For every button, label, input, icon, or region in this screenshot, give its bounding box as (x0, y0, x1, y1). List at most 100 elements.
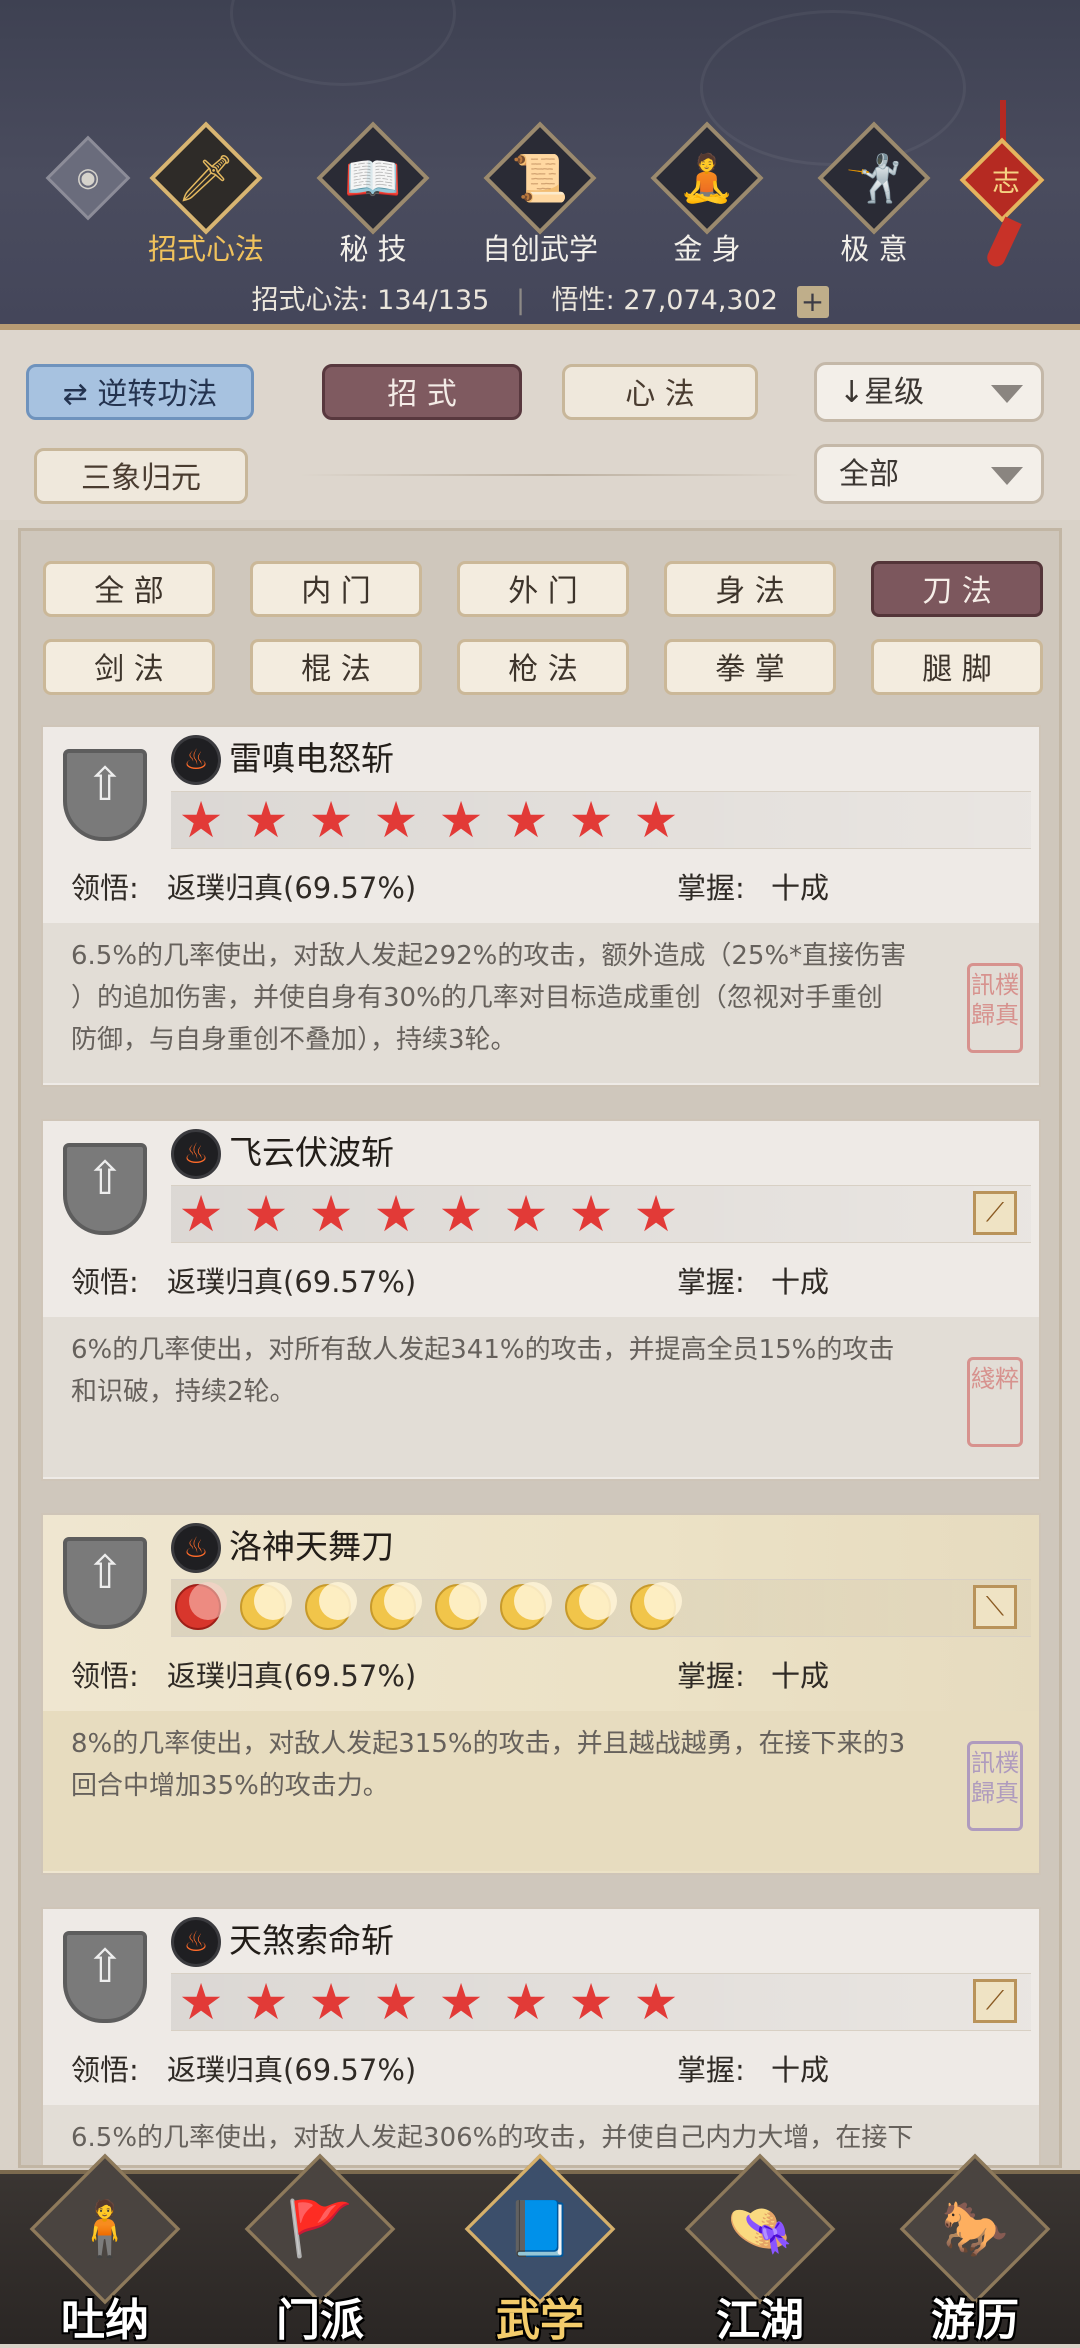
tab-moves[interactable]: 招 式 (322, 364, 522, 420)
nav-sect[interactable]: 🚩 门派 (244, 2153, 396, 2346)
fire-element-icon: ♨ (171, 1917, 221, 1967)
star-icon: ★ (243, 1973, 289, 2031)
sort-dropdown[interactable]: ↓星级 (814, 362, 1044, 422)
category-fist-palm[interactable]: 拳 掌 (664, 639, 836, 695)
sanxiang-button[interactable]: 三象归元 (34, 448, 248, 504)
category-blade[interactable]: 刀 法 (871, 561, 1043, 617)
comprehension-label: 领悟: (71, 1659, 139, 1693)
comprehension-value: 返璞归真(69.57%) (167, 1265, 417, 1299)
nav-travel[interactable]: 🐎 游历 (899, 2153, 1051, 2346)
book-icon: 📖 (344, 150, 402, 205)
tab-golden-body[interactable]: 🧘 (650, 121, 764, 235)
horse-icon: 🐎 (941, 2197, 1009, 2260)
star-icon: ★ (308, 1185, 354, 1243)
upgrade-badge[interactable]: ⇧ (63, 1931, 147, 2023)
skill-card[interactable]: ⇧ ♨ 天煞索命斩 ★ ★ ★ ★ ★ ★ ★ ★ ⟋ 领悟: 返璞归真(69.57%) 掌握… (41, 1907, 1041, 2165)
category-sword[interactable]: 剑 法 (43, 639, 215, 695)
eye-icon: ◉ (76, 163, 100, 193)
moon-rank-icon (305, 1582, 357, 1630)
description-line: 6.5%的几率使出，对敌人发起306%的攻击，并使自己内力大增，在接下 (71, 2123, 914, 2153)
category-leg[interactable]: 腿 脚 (871, 639, 1043, 695)
tab-label-self-created[interactable]: 自创武学 (465, 226, 615, 268)
tab-skills-mind[interactable]: 🗡 (149, 121, 263, 235)
mastery-value: 十成 (771, 871, 830, 905)
toggle-visibility-button[interactable]: ◉ (45, 135, 131, 221)
tab-label-golden-body[interactable]: 金 身 (632, 226, 782, 268)
tab-ultimate[interactable]: 🤺 (817, 121, 931, 235)
description-line: 和识破，持续2轮。 (71, 1377, 296, 1407)
description-line: 6%的几率使出，对所有敌人发起341%的攻击，并提高全员15%的攻击 (71, 1335, 895, 1365)
description-line: ）的追加伤害，并使自身有30%的几率对目标造成重创（忽视对手重创 (71, 983, 883, 1013)
category-spear[interactable]: 枪 法 (457, 639, 629, 695)
skill-list-panel[interactable]: 全 部 内 门 外 门 身 法 刀 法 剑 法 棍 法 枪 法 拳 掌 腿 脚 … (18, 528, 1062, 2168)
reverse-technique-button[interactable]: ⇄ 逆转功法 (26, 364, 254, 420)
skills-count-value: 134/135 (377, 285, 490, 316)
comprehension-label: 领悟: (71, 1265, 139, 1299)
seal-stamp: 訊樸歸真 (967, 1741, 1023, 1831)
scope-dropdown[interactable]: 全部 (814, 444, 1044, 504)
mastery-value: 十成 (771, 1265, 830, 1299)
insight-label: 悟性: (551, 285, 615, 316)
nav-martial-arts[interactable]: 📘 武学 (464, 2153, 616, 2346)
description-line: 回合中增加35%的攻击力。 (71, 1771, 389, 1801)
comprehension-label: 领悟: (71, 871, 139, 905)
star-icon: ★ (438, 1973, 484, 2031)
comprehension-value: 返璞归真(69.57%) (167, 1659, 417, 1693)
chevron-down-icon (991, 385, 1023, 403)
meditation-icon: 🧘 (678, 150, 736, 205)
fire-element-icon: ♨ (171, 1129, 221, 1179)
star-icon: ★ (503, 1973, 549, 2031)
moon-rank-icon (565, 1582, 617, 1630)
top-header: ◉ 🗡 📖 📜 🧘 🤺 招式心法 秘 技 自创武学 金 身 极 意 志 招式心法… (0, 0, 1080, 330)
skill-description: 6.5%的几率使出，对敌人发起292%的攻击，额外造成（25%*直接伤害 ）的追… (43, 923, 1039, 1083)
add-insight-button[interactable]: + (796, 285, 829, 318)
up-arrow-icon: ⇧ (85, 1151, 125, 1205)
upgrade-badge[interactable]: ⇧ (63, 1143, 147, 1235)
category-all[interactable]: 全 部 (43, 561, 215, 617)
comprehension-value: 返璞归真(69.57%) (167, 871, 417, 905)
nav-martial-arts-label: 武学 (496, 2295, 584, 2346)
martial-stance-icon: 🤺 (845, 150, 903, 205)
category-inner[interactable]: 内 门 (250, 561, 422, 617)
tab-label-ultimate[interactable]: 极 意 (799, 226, 949, 268)
fire-element-icon: ♨ (171, 1523, 221, 1573)
skill-name: 雷嗔电怒斩 (229, 739, 394, 778)
nav-jianghu[interactable]: 👒 江湖 (684, 2153, 836, 2346)
star-icon: ★ (373, 1185, 419, 1243)
star-icon: ★ (178, 791, 224, 849)
nav-jianghu-label: 江湖 (716, 2295, 804, 2346)
category-outer[interactable]: 外 门 (457, 561, 629, 617)
star-icon: ★ (178, 1185, 224, 1243)
chinese-knot-button[interactable]: 志 (959, 100, 1050, 270)
comprehension-value: 返璞归真(69.57%) (167, 2053, 417, 2087)
up-arrow-icon: ⇧ (85, 1939, 125, 1993)
skill-description: 8%的几率使出，对敌人发起315%的攻击，并且越战越勇，在接下来的3 回合中增加… (43, 1711, 1039, 1871)
nav-breathing[interactable]: 🧍 吐纳 (29, 2153, 181, 2346)
blade-tag-icon: ⟋ (973, 1979, 1017, 2023)
skill-card[interactable]: ⇧ ♨ 洛神天舞刀 ⟍ 领悟: 返璞归真(69.57%) 掌握: 十成 8%的几… (41, 1513, 1041, 1875)
category-staff[interactable]: 棍 法 (250, 639, 422, 695)
upgrade-badge[interactable]: ⇧ (63, 1537, 147, 1629)
moon-rank-icon (175, 1582, 227, 1630)
sort-down-icon: ↓ (839, 375, 865, 410)
skill-card[interactable]: ⇧ ♨ 雷嗔电怒斩 ★ ★ ★ ★ ★ ★ ★ ★ 领悟: 返璞归真(69.57%) 掌握: … (41, 725, 1041, 1087)
tab-secret-skills[interactable]: 📖 (316, 121, 430, 235)
monk-icon: 🧍 (71, 2197, 139, 2260)
tab-self-created[interactable]: 📜 (483, 121, 597, 235)
scroll-icon: 📜 (511, 150, 569, 205)
star-icon: ★ (178, 1973, 224, 2031)
star-icon: ★ (373, 791, 419, 849)
star-icon: ★ (308, 791, 354, 849)
description-line: 8%的几率使出，对敌人发起315%的攻击，并且越战越勇，在接下来的3 (71, 1729, 906, 1759)
skill-card[interactable]: ⇧ ♨ 飞云伏波斩 ★ ★ ★ ★ ★ ★ ★ ★ ⟋ 领悟: 返璞归真(69.57%) 掌握… (41, 1119, 1041, 1481)
tab-label-skills-mind[interactable]: 招式心法 (131, 226, 281, 268)
mastery-value: 十成 (771, 2053, 830, 2087)
tab-label-secret-skills[interactable]: 秘 技 (298, 226, 448, 268)
category-movement[interactable]: 身 法 (664, 561, 836, 617)
tab-mind-methods[interactable]: 心 法 (562, 364, 758, 420)
star-icon: ★ (243, 1185, 289, 1243)
star-icon: ★ (633, 1185, 679, 1243)
insight-value: 27,074,302 (623, 285, 778, 316)
mastery-value: 十成 (771, 1659, 830, 1693)
upgrade-badge[interactable]: ⇧ (63, 749, 147, 841)
